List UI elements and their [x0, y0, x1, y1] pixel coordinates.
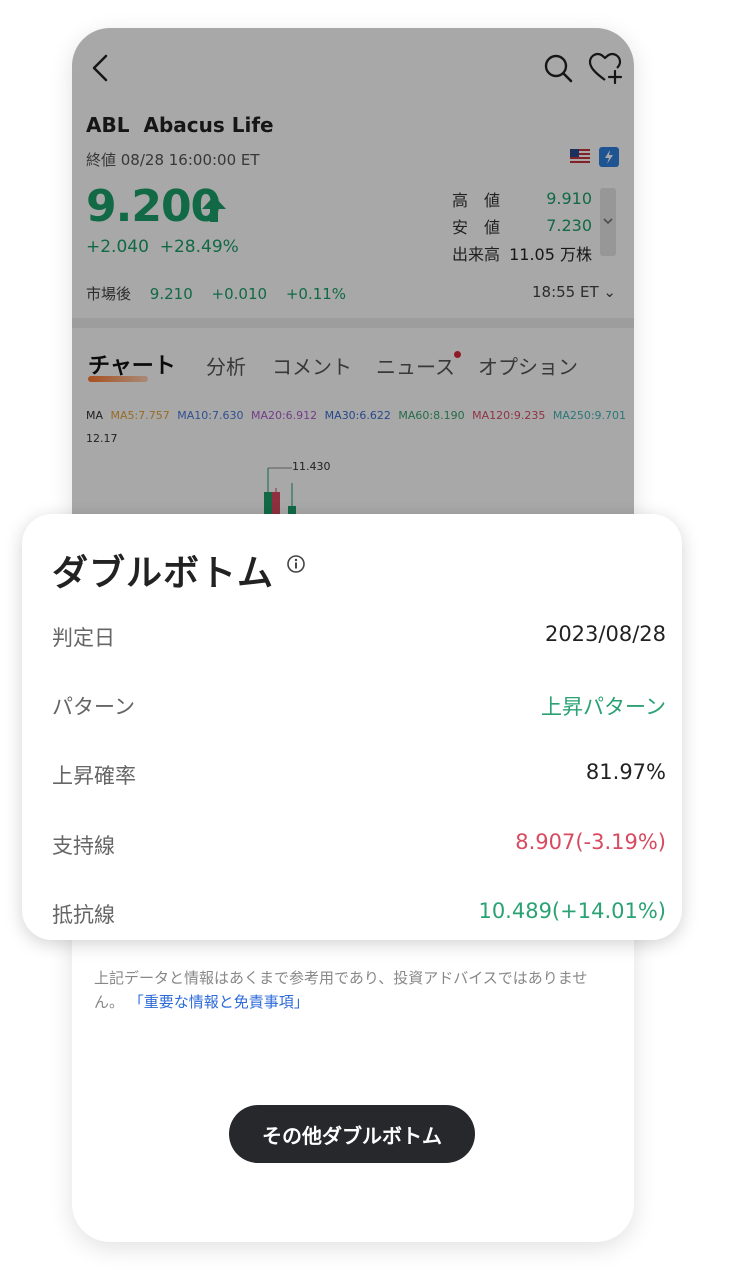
- row-value: 8.907(-3.19%): [515, 830, 666, 854]
- disclaimer: 上記データと情報はあくまで参考用であり、投資アドバイスではありません。 「重要な…: [94, 966, 614, 1014]
- row-value: 上昇パターン: [541, 695, 666, 719]
- disclaimer-link[interactable]: 「重要な情報と免責事項」: [129, 993, 309, 1011]
- row-label: 支持線: [52, 834, 115, 858]
- info-icon[interactable]: [286, 554, 306, 574]
- row-value: 2023/08/28: [544, 622, 666, 646]
- row-label: 判定日: [52, 626, 115, 650]
- more-double-bottom-button[interactable]: その他ダブルボトム: [229, 1105, 475, 1163]
- row-value: 10.489(+14.01%): [478, 899, 666, 923]
- row-label: 抵抗線: [52, 903, 115, 927]
- pattern-card: ダブルボトム 判定日 2023/08/28 パターン 上昇パターン 上昇確率 8…: [22, 514, 682, 940]
- row-value: 81.97%: [585, 760, 666, 784]
- dim-overlay[interactable]: [72, 28, 634, 518]
- pattern-title: ダブルボトム: [52, 553, 275, 594]
- row-label: 上昇確率: [52, 764, 136, 788]
- row-label: パターン: [52, 695, 135, 719]
